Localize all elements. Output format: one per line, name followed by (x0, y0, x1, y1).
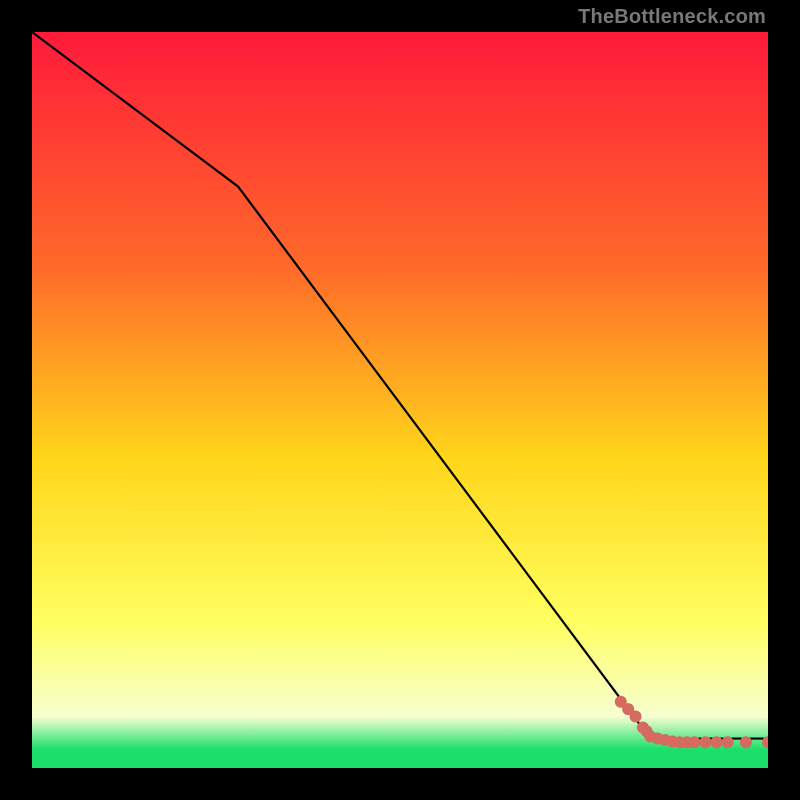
chart-plot (32, 32, 768, 768)
attribution-label: TheBottleneck.com (578, 6, 766, 29)
data-point (699, 736, 711, 748)
data-point (630, 710, 642, 722)
chart-stage: TheBottleneck.com (0, 0, 800, 800)
data-point (722, 736, 734, 748)
data-point (710, 736, 722, 748)
gradient-background (32, 32, 768, 768)
data-point (740, 736, 752, 748)
data-point (688, 736, 700, 748)
